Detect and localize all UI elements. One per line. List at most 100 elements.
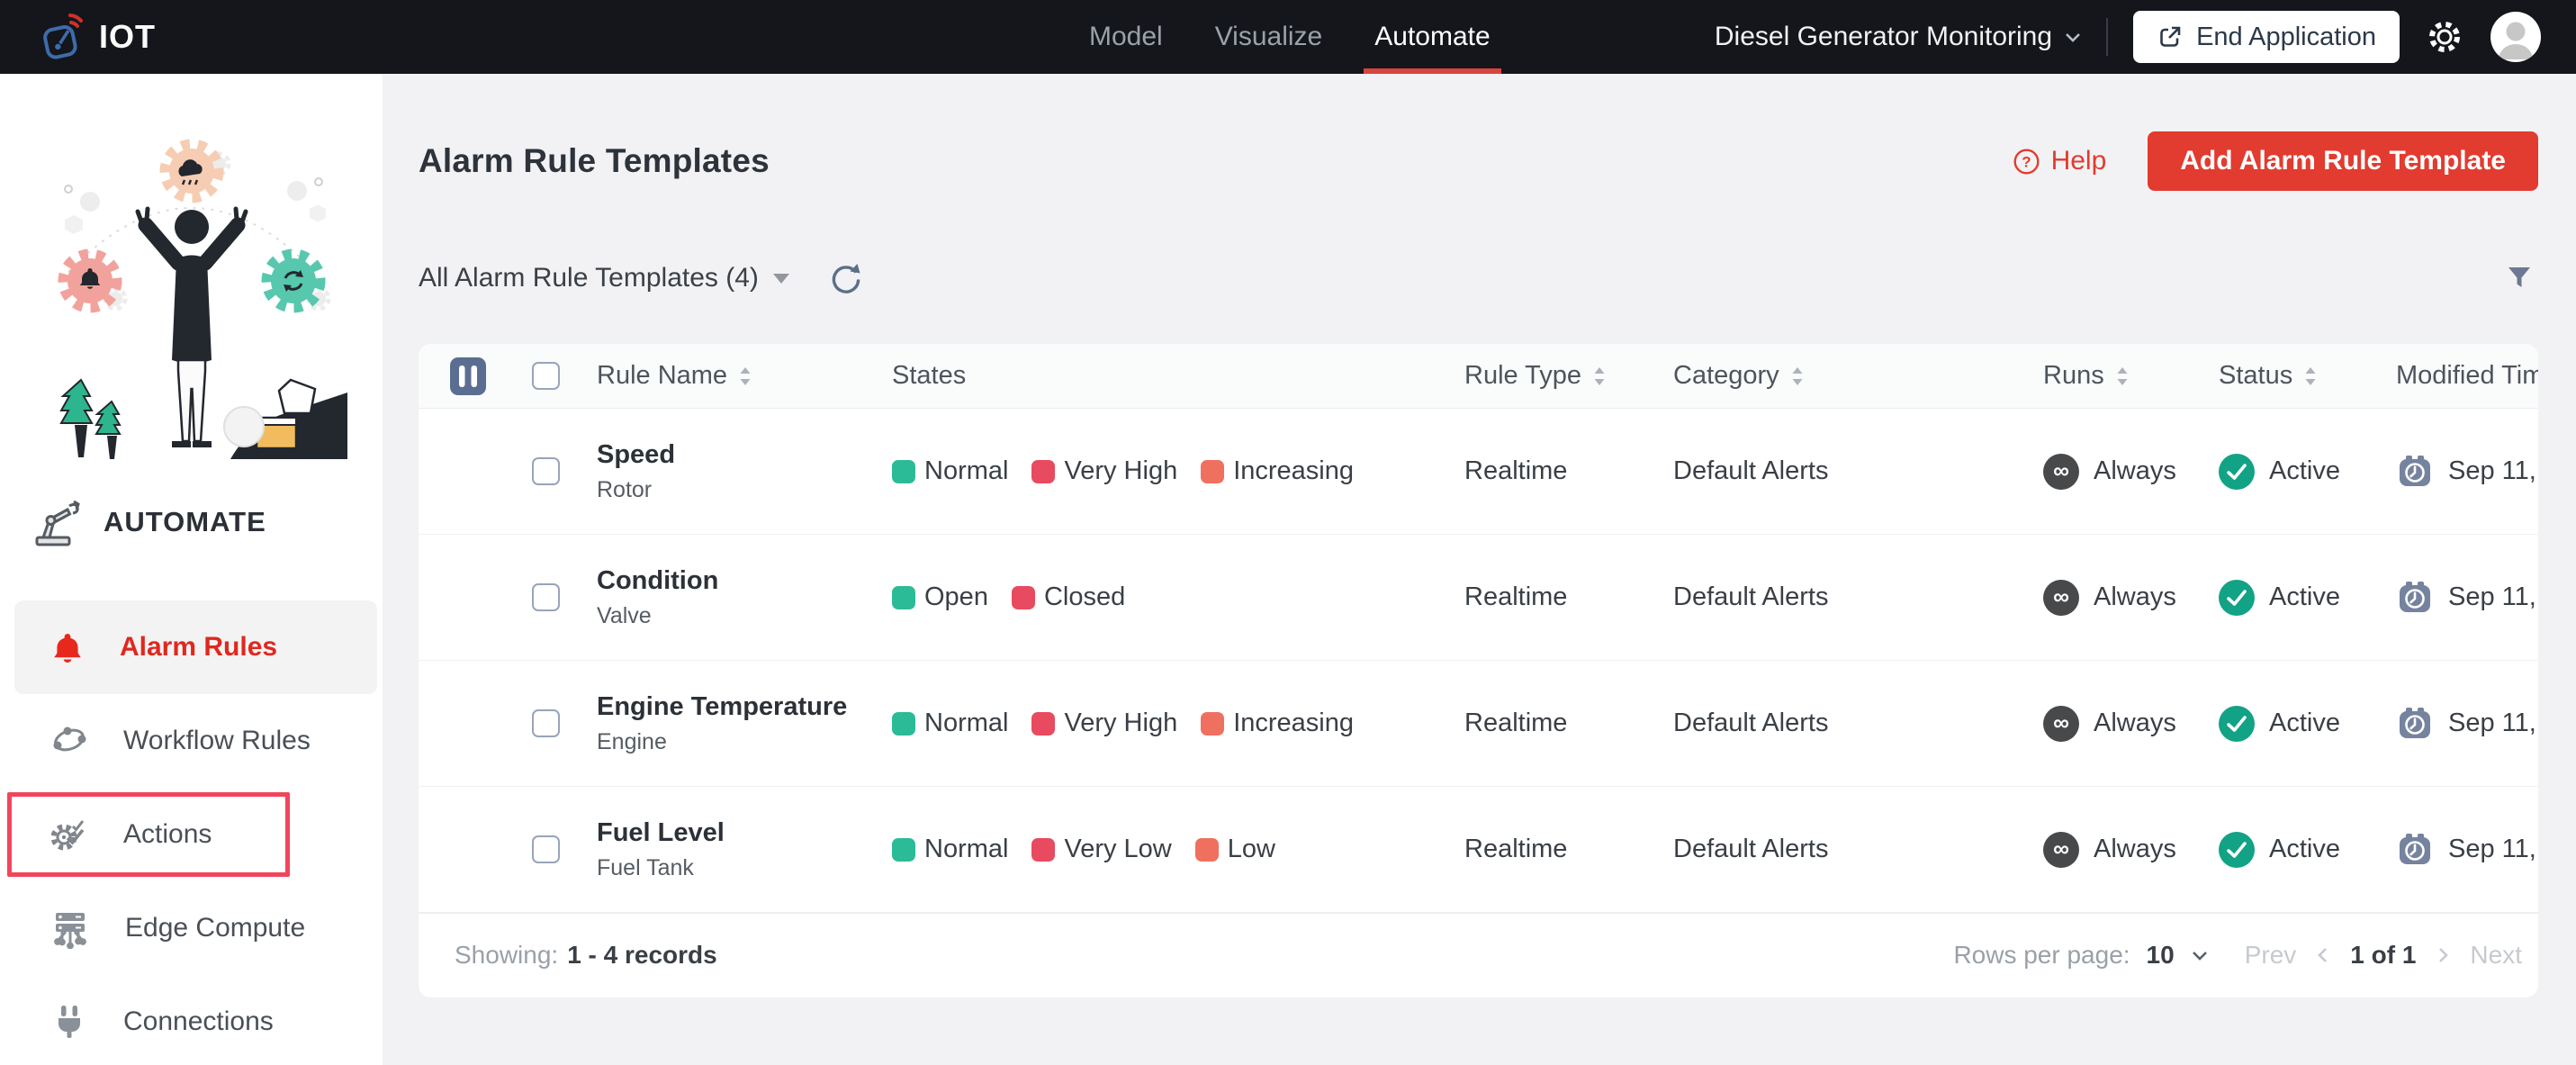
column-header-rule-type[interactable]: Rule Type — [1464, 361, 1673, 391]
rule-name: Fuel Level — [597, 818, 892, 848]
status-value: Active — [2269, 582, 2340, 612]
column-label: Modified Time — [2396, 361, 2538, 391]
column-header-modified-time[interactable]: Modified Time — [2396, 361, 2538, 391]
column-header-states: States — [892, 361, 1464, 391]
column-header-rule-name[interactable]: Rule Name — [597, 361, 892, 391]
rule-asset: Fuel Tank — [597, 855, 892, 881]
row-checkbox[interactable] — [532, 457, 560, 485]
help-link[interactable]: ? Help — [2013, 146, 2107, 176]
sidebar-item-label: Workflow Rules — [123, 726, 311, 756]
tab-model-label: Model — [1089, 22, 1163, 52]
column-label: Category — [1673, 361, 1779, 391]
table-row[interactable]: Engine TemperatureEngineNormalVery HighI… — [419, 661, 2538, 787]
rule-type-cell: Realtime — [1464, 835, 1673, 864]
category-cell: Default Alerts — [1673, 835, 2043, 864]
infinity-icon: ∞ — [2043, 454, 2079, 490]
column-label: States — [892, 361, 966, 391]
category-cell: Default Alerts — [1673, 456, 2043, 486]
runs-cell: ∞Always — [2043, 832, 2219, 868]
runs-value: Always — [2094, 582, 2176, 612]
select-all-checkbox[interactable] — [532, 362, 560, 390]
category-cell: Default Alerts — [1673, 708, 2043, 738]
runs-value: Always — [2094, 456, 2176, 486]
end-application-label: End Application — [2196, 23, 2376, 52]
state-swatch — [1201, 460, 1224, 483]
state-label: Closed — [1044, 582, 1125, 612]
chevron-down-icon — [2191, 950, 2209, 961]
rule-type-cell: Realtime — [1464, 582, 1673, 612]
table-body: SpeedRotorNormalVery HighIncreasingRealt… — [419, 409, 2538, 913]
state-swatch — [1031, 712, 1055, 736]
help-label: Help — [2051, 146, 2107, 176]
app-logo[interactable]: IOT — [0, 12, 156, 62]
workflow-icon — [50, 721, 89, 761]
main-nav: Model Visualize Automate — [1089, 0, 1491, 74]
states-cell: NormalVery LowLow — [892, 835, 1464, 864]
sidebar-item-label: Alarm Rules — [120, 632, 277, 663]
sidebar-item-edge-compute[interactable]: Edge Compute — [14, 881, 377, 975]
state-swatch — [1201, 712, 1224, 736]
user-avatar[interactable] — [2490, 11, 2542, 63]
table-row[interactable]: Fuel Level Fuel TankNormalVery LowLowReal… — [419, 787, 2538, 913]
row-checkbox[interactable] — [532, 835, 560, 863]
state-chip: Normal — [892, 835, 1008, 864]
column-header-runs[interactable]: Runs — [2043, 361, 2219, 391]
rows-per-page-select[interactable]: Rows per page: 10 — [1953, 941, 2208, 970]
status-value: Active — [2269, 708, 2340, 738]
topbar: IOT Model Visualize Automate Diesel Gene… — [0, 0, 2576, 74]
row-checkbox-cell — [512, 583, 597, 611]
filter-button[interactable] — [2500, 259, 2538, 297]
sidebar-item-connections[interactable]: Connections — [14, 975, 377, 1065]
sort-icon — [2115, 366, 2130, 387]
state-swatch — [1031, 838, 1055, 862]
rule-asset: Valve — [597, 603, 892, 629]
end-application-button[interactable]: End Application — [2133, 11, 2400, 63]
rule-name-cell: SpeedRotor — [597, 440, 892, 503]
application-selector[interactable]: Diesel Generator Monitoring — [1715, 22, 2081, 52]
add-alarm-rule-template-button[interactable]: Add Alarm Rule Template — [2148, 131, 2538, 191]
next-button[interactable]: Next — [2470, 941, 2522, 970]
rule-name-cell: ConditionValve — [597, 566, 892, 629]
state-chip: Normal — [892, 708, 1008, 738]
states-cell: Open Closed — [892, 582, 1464, 612]
table-row[interactable]: SpeedRotorNormalVery HighIncreasingRealt… — [419, 409, 2538, 535]
modified-time-cell: Sep 11, 202 — [2396, 579, 2538, 617]
bell-icon — [50, 629, 86, 665]
tab-visualize[interactable]: Visualize — [1215, 0, 1323, 74]
column-header-status[interactable]: Status — [2219, 361, 2396, 391]
sidebar-item-workflow-rules[interactable]: Workflow Rules — [14, 694, 377, 788]
sidebar-item-actions[interactable]: Actions — [14, 788, 377, 881]
column-label: Runs — [2043, 361, 2104, 391]
row-checkbox[interactable] — [532, 583, 560, 611]
iot-logo-icon — [38, 12, 85, 62]
infinity-icon: ∞ — [2043, 706, 2079, 742]
state-swatch — [892, 838, 915, 862]
refresh-button[interactable] — [825, 258, 865, 298]
state-label: Open — [924, 582, 988, 612]
active-tab-underline — [1364, 68, 1500, 74]
settings-gear-icon[interactable] — [2425, 17, 2464, 57]
row-checkbox[interactable] — [532, 709, 560, 737]
alarm-templates-filter-dropdown[interactable]: All Alarm Rule Templates (4) — [419, 263, 789, 293]
column-header-category[interactable]: Category — [1673, 361, 2043, 391]
external-link-icon — [2157, 23, 2184, 50]
state-label: Normal — [924, 456, 1008, 486]
state-label: Very High — [1064, 708, 1177, 738]
chevron-right-icon[interactable] — [2436, 944, 2450, 966]
table-row[interactable]: ConditionValveOpenClosedRealtimeDefault … — [419, 535, 2538, 661]
modified-time-value: Sep 11, 202 — [2448, 708, 2538, 738]
page-title: Alarm Rule Templates — [419, 142, 770, 180]
chevron-left-icon[interactable] — [2316, 944, 2330, 966]
prev-button[interactable]: Prev — [2245, 941, 2297, 970]
rule-asset: Engine — [597, 729, 892, 755]
clock-icon — [2396, 579, 2434, 617]
refresh-icon — [825, 258, 865, 298]
tab-model[interactable]: Model — [1089, 0, 1163, 74]
tab-automate[interactable]: Automate — [1374, 0, 1490, 74]
state-label: Normal — [924, 708, 1008, 738]
sidebar-item-alarm-rules[interactable]: Alarm Rules — [14, 600, 377, 694]
modified-time-cell: Sep 11, 202 — [2396, 831, 2538, 869]
infinity-icon: ∞ — [2043, 832, 2079, 868]
column-settings-button[interactable] — [447, 356, 489, 397]
runs-value: Always — [2094, 708, 2176, 738]
